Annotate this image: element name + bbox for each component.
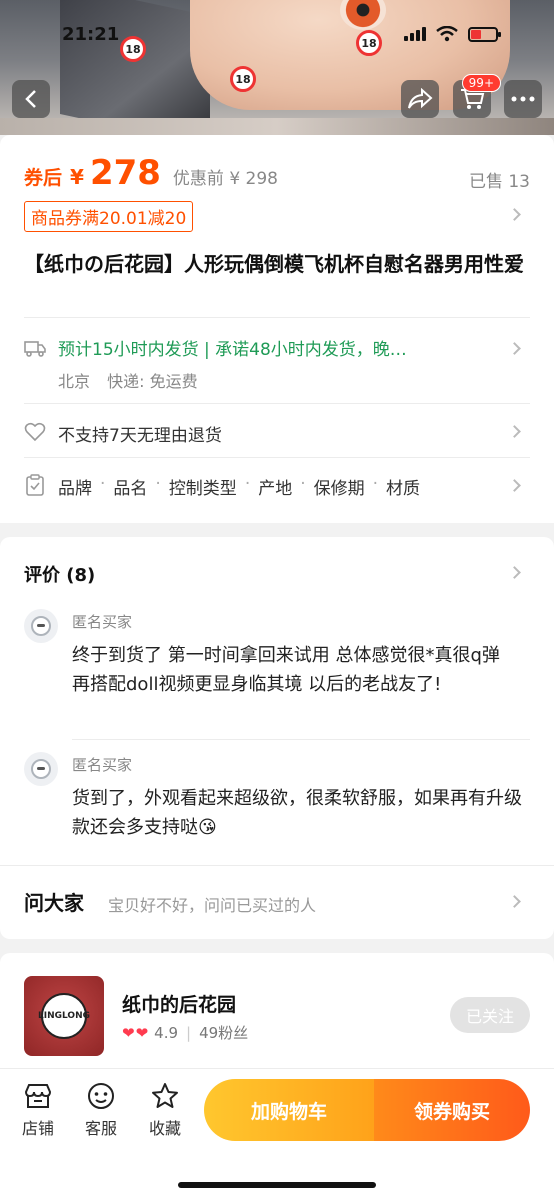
ask-everyone-hint[interactable]: 宝贝好不好，问问已买过的人 (108, 892, 316, 916)
signal-icon (404, 27, 426, 41)
more-button[interactable] (504, 80, 542, 118)
product-info-card: 券后 ¥ 278 优惠前 ¥ 298 已售 13 商品券满20.01减20 【纸… (0, 135, 554, 523)
param-separator: · (372, 474, 379, 494)
price-value: 278 (89, 153, 161, 193)
shop-name[interactable]: 纸巾的后花园 (122, 990, 236, 1017)
divider (24, 457, 530, 458)
chevron-right-icon[interactable] (508, 566, 521, 579)
store-label: 店铺 (21, 1119, 54, 1138)
param-separator: · (155, 474, 161, 494)
wifi-icon (436, 26, 458, 42)
truck-icon (24, 341, 46, 357)
param-item: 保修期 (313, 479, 365, 499)
review-text[interactable]: 货到了，外观看起来超级欲，很柔软舒服，如果再有升级款还会多支持哒😘 (72, 784, 522, 842)
product-photo-base (0, 118, 554, 135)
status-icons (404, 26, 501, 42)
favorite-label: 收藏 (148, 1119, 181, 1138)
star-icon (152, 1083, 178, 1108)
chevron-left-icon (25, 90, 36, 108)
shop-rating: 4.9 (154, 1023, 179, 1042)
home-indicator[interactable] (178, 1182, 376, 1188)
more-icon (511, 96, 535, 102)
reviewer-name: 匿名买家 (72, 613, 133, 631)
shipping-details: 北京 快递: 免运费 (58, 368, 210, 392)
back-button[interactable] (12, 80, 50, 118)
store-icon (24, 1084, 52, 1108)
share-button[interactable] (401, 80, 439, 118)
age-restriction-badge: 18 (356, 30, 382, 56)
add-to-cart-button[interactable]: 加购物车 (204, 1079, 374, 1141)
product-box-image (60, 0, 210, 135)
param-separator: · (300, 474, 306, 494)
cart-button[interactable]: 99+ (453, 74, 501, 118)
heart-outline-icon (24, 422, 46, 442)
reviewer-name: 匿名买家 (72, 756, 133, 774)
reviews-title[interactable]: 评价 (8) (24, 561, 95, 587)
shipping-estimate[interactable]: 预计15小时内发货 | 承诺48小时内发货，晚… (58, 335, 488, 360)
reviews-section: 评价 (8) 匿名买家 终于到货了 第一时间拿回来试用 总体感觉很*真很q弹 再… (0, 537, 554, 939)
shop-fans: 49粉丝 (199, 1024, 249, 1042)
status-time: 21:21 (62, 24, 120, 45)
heart-icon: ❤ (135, 1023, 149, 1042)
review-text[interactable]: 终于到货了 第一时间拿回来试用 总体感觉很*真很q弹 再搭配doll视频更显身临… (72, 641, 522, 699)
cart-count-badge: 99+ (461, 74, 501, 92)
favorite-tab[interactable]: 收藏 (135, 1081, 195, 1139)
price-row: 券后 ¥ 278 优惠前 ¥ 298 (24, 153, 278, 193)
product-params[interactable]: 品牌 · 品名 · 控制类型 · 产地 · 保修期 · 材质 (58, 474, 420, 499)
follow-button[interactable]: 已关注 (450, 997, 530, 1033)
chevron-right-icon[interactable] (508, 342, 521, 355)
param-separator: · (100, 474, 106, 494)
shop-meta: ❤ ❤ 4.9 | 49粉丝 (122, 1022, 248, 1043)
age-restriction-badge: 18 (120, 36, 146, 62)
return-policy[interactable]: 不支持7天无理由退货 (58, 421, 222, 446)
ship-origin: 北京 (58, 372, 91, 391)
original-price: 优惠前 ¥ 298 (172, 169, 278, 189)
divider (24, 317, 530, 318)
coupon-badge[interactable]: 商品券满20.01减20 (24, 201, 194, 232)
shop-logo-text: LINGLONG (38, 993, 90, 1039)
avatar (24, 609, 58, 643)
shop-logo[interactable]: LINGLONG (24, 976, 104, 1056)
param-item: 品牌 (58, 479, 92, 499)
chevron-right-icon[interactable] (508, 425, 521, 438)
param-separator: · (244, 474, 251, 494)
divider (24, 403, 530, 404)
age-restriction-badge: 18 (230, 66, 256, 92)
shop-section: LINGLONG 纸巾的后花园 ❤ ❤ 4.9 | 49粉丝 已关注 (0, 953, 554, 1068)
avatar (24, 752, 58, 786)
customer-service-icon (88, 1083, 114, 1109)
battery-icon (468, 26, 501, 42)
service-label: 客服 (84, 1119, 117, 1138)
after-coupon-label: 券后 (24, 167, 63, 189)
chevron-right-icon[interactable] (508, 895, 521, 908)
chevron-right-icon[interactable] (508, 479, 521, 492)
divider (72, 739, 530, 740)
divider (0, 865, 554, 866)
chevron-right-icon[interactable] (508, 208, 521, 221)
share-icon (408, 88, 433, 109)
buy-with-coupon-button[interactable]: 领券购买 (374, 1079, 530, 1141)
heart-icon: ❤ (122, 1023, 135, 1042)
sold-count: 已售 13 (468, 172, 530, 192)
product-title: 【纸巾の后花园】人形玩偶倒模飞机杯自慰名器男用性爱 (24, 252, 524, 276)
ask-everyone-title[interactable]: 问大家 (24, 887, 84, 916)
param-item: 品名 (113, 479, 148, 499)
ship-express: 快递: 免运费 (107, 372, 198, 391)
param-item: 产地 (258, 479, 293, 499)
service-tab[interactable]: 客服 (71, 1081, 131, 1139)
param-item: 材质 (386, 479, 421, 499)
meta-divider: | (186, 1023, 192, 1042)
currency-symbol: ¥ (70, 165, 84, 189)
clipboard-icon (26, 474, 44, 496)
bottom-action-bar: 店铺 客服 收藏 加购物车 领券购买 (0, 1068, 554, 1200)
param-item: 控制类型 (168, 479, 237, 499)
store-tab[interactable]: 店铺 (8, 1081, 68, 1139)
